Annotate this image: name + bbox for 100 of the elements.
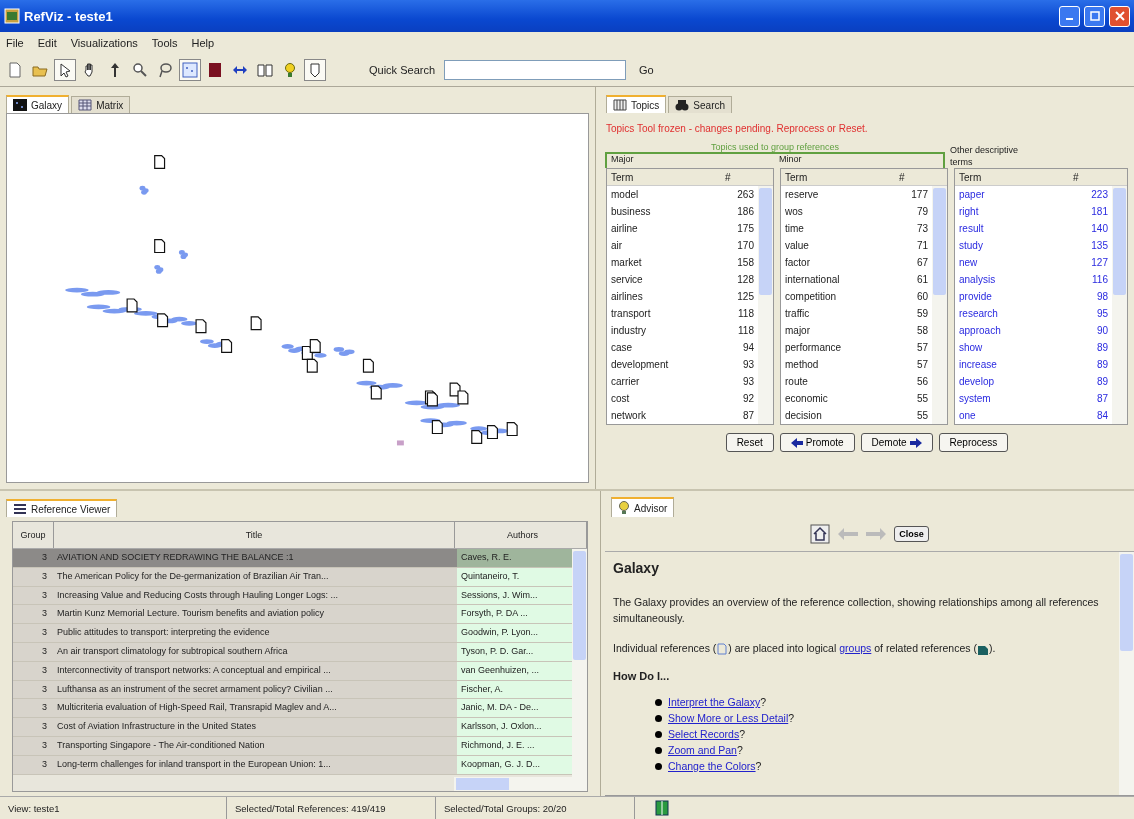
column-header[interactable]: Term xyxy=(781,171,895,183)
term-row[interactable]: value 71 xyxy=(781,237,932,254)
help-item: Show More or Less Detail? xyxy=(668,712,795,724)
term-row[interactable]: transport 118 xyxy=(607,305,758,322)
close-button[interactable]: Close xyxy=(894,526,929,542)
term-row[interactable]: provide 98 xyxy=(955,288,1112,305)
term-row[interactable]: carrier 93 xyxy=(607,373,758,390)
term-row[interactable]: traffic 59 xyxy=(781,305,932,322)
close-icon xyxy=(1114,11,1125,21)
column-header[interactable]: Authors xyxy=(455,522,587,548)
action-button[interactable]: Demote xyxy=(860,433,933,452)
reference-viewer-tab[interactable]: Reference Viewer xyxy=(6,499,118,517)
term-row[interactable]: study 135 xyxy=(955,237,1112,254)
quick-search-field[interactable] xyxy=(444,60,627,80)
scroll-bar[interactable] xyxy=(1112,186,1127,424)
column-header[interactable]: # xyxy=(895,171,905,183)
help-item: Change the Colors? xyxy=(668,760,762,772)
help-link[interactable]: Change the Colors xyxy=(668,760,756,772)
column-header[interactable]: Group xyxy=(13,522,54,548)
reference-row[interactable]: 3 Martin Kunz Memorial Lecture. Tourism benefits and aviation policy Forsyth, P. DA ... xyxy=(13,605,572,625)
reference-row[interactable]: 3 Public attitudes to transport: interpreting the evidence Goodwin, P. Lyon... xyxy=(13,624,572,643)
term-row[interactable]: network 87 xyxy=(607,407,758,424)
reference-row[interactable]: 3 AVIATION AND SOCIETY REDRAWING THE BALANCE :1 Caves, R. E. xyxy=(13,549,572,568)
term-row[interactable]: one 84 xyxy=(955,407,1112,424)
term-row[interactable]: result 140 xyxy=(955,220,1112,237)
help-link[interactable]: Zoom and Pan xyxy=(668,744,737,756)
term-row[interactable]: economic 55 xyxy=(781,390,932,407)
select-tool-button[interactable] xyxy=(54,59,76,81)
term-row[interactable]: system 87 xyxy=(955,390,1112,407)
document-icon xyxy=(716,643,729,656)
menu-item[interactable]: Help xyxy=(191,37,215,49)
term-row[interactable]: research 95 xyxy=(955,305,1112,322)
column-header[interactable]: Term xyxy=(955,171,1069,183)
advisor-tab[interactable]: Advisor xyxy=(611,497,675,517)
help-link[interactable]: Interpret the Galaxy xyxy=(668,696,761,708)
minimize-button[interactable] xyxy=(1059,5,1080,27)
term-row[interactable]: airlines 125 xyxy=(607,288,758,305)
column-header[interactable]: Term xyxy=(607,171,721,183)
term-row[interactable]: analysis 116 xyxy=(955,271,1112,288)
reference-row[interactable]: 3 Cost of Aviation Infrastructure in the United States Karlsson, J. Oxlon... xyxy=(13,718,572,737)
term-row[interactable]: method 57 xyxy=(781,356,932,373)
term-row[interactable]: model 263 xyxy=(607,186,758,203)
help-link[interactable]: Show More or Less Detail xyxy=(668,712,789,724)
home-icon[interactable] xyxy=(810,524,831,544)
advisor-tool-button[interactable] xyxy=(304,59,326,81)
term-row[interactable]: cost 92 xyxy=(607,390,758,407)
menu-item[interactable]: Edit xyxy=(37,37,57,49)
action-button[interactable]: Promote xyxy=(779,433,855,452)
term-row[interactable]: wos 79 xyxy=(781,203,932,220)
term-row[interactable]: show 89 xyxy=(955,339,1112,356)
tool-tab[interactable]: Topics xyxy=(606,95,667,113)
action-button[interactable]: Reprocess xyxy=(938,433,1009,452)
horizontal-scroll-bar[interactable] xyxy=(454,776,572,791)
scroll-bar[interactable] xyxy=(932,186,947,424)
term-row[interactable]: new 127 xyxy=(955,254,1112,271)
term-row[interactable]: paper 223 xyxy=(955,186,1112,203)
groups-link[interactable]: groups xyxy=(839,642,872,654)
maximize-icon xyxy=(1089,11,1100,21)
galaxy-icon xyxy=(182,62,198,78)
reference-row[interactable]: 3 Multicriteria evaluation of High-Speed Rail, Transrapid Maglev and A... Janic, M. DA - De... xyxy=(13,699,572,719)
help-link[interactable]: Select Records xyxy=(668,728,740,740)
scroll-bar[interactable] xyxy=(758,186,773,424)
column-header[interactable]: # xyxy=(721,171,731,183)
term-row[interactable]: route 56 xyxy=(781,373,932,390)
term-row[interactable]: business 186 xyxy=(607,203,758,220)
menu-item[interactable]: Visualizations xyxy=(70,37,138,49)
term-row[interactable]: air 170 xyxy=(607,237,758,254)
term-row[interactable]: competition 60 xyxy=(781,288,932,305)
maximize-button[interactable] xyxy=(1084,5,1105,27)
term-row[interactable]: performance 57 xyxy=(781,339,932,356)
term-row[interactable]: time 73 xyxy=(781,220,932,237)
term-row[interactable]: factor 67 xyxy=(781,254,932,271)
view-tab[interactable]: Matrix xyxy=(71,96,131,113)
term-row[interactable]: service 128 xyxy=(607,271,758,288)
term-row[interactable]: development 93 xyxy=(607,356,758,373)
list-title: Minor xyxy=(778,154,803,166)
term-row[interactable]: approach 90 xyxy=(955,322,1112,339)
term-row[interactable]: industry 118 xyxy=(607,322,758,339)
tool-tab[interactable]: Search xyxy=(668,96,733,113)
action-button[interactable]: Reset xyxy=(725,433,774,452)
scroll-bar[interactable] xyxy=(572,549,587,791)
term-row[interactable]: major 58 xyxy=(781,322,932,339)
term-row[interactable]: develop 89 xyxy=(955,373,1112,390)
term-row[interactable]: case 94 xyxy=(607,339,758,356)
go-button[interactable]: Go xyxy=(639,64,654,76)
term-row[interactable]: right 181 xyxy=(955,203,1112,220)
scroll-bar[interactable] xyxy=(1119,552,1134,795)
term-row[interactable]: increase 89 xyxy=(955,356,1112,373)
menu-item[interactable]: File xyxy=(6,37,24,49)
help-item: Select Records? xyxy=(668,728,746,740)
column-header[interactable]: # xyxy=(1069,171,1079,183)
close-button[interactable] xyxy=(1109,5,1130,27)
term-row[interactable]: market 158 xyxy=(607,254,758,271)
term-row[interactable]: airline 175 xyxy=(607,220,758,237)
term-row[interactable]: reserve 177 xyxy=(781,186,932,203)
term-row[interactable]: international 61 xyxy=(781,271,932,288)
term-row[interactable]: decision 55 xyxy=(781,407,932,424)
menu-item[interactable]: Tools xyxy=(151,37,178,49)
view-tab[interactable]: Galaxy xyxy=(6,95,70,113)
column-header[interactable]: Title xyxy=(54,522,455,548)
